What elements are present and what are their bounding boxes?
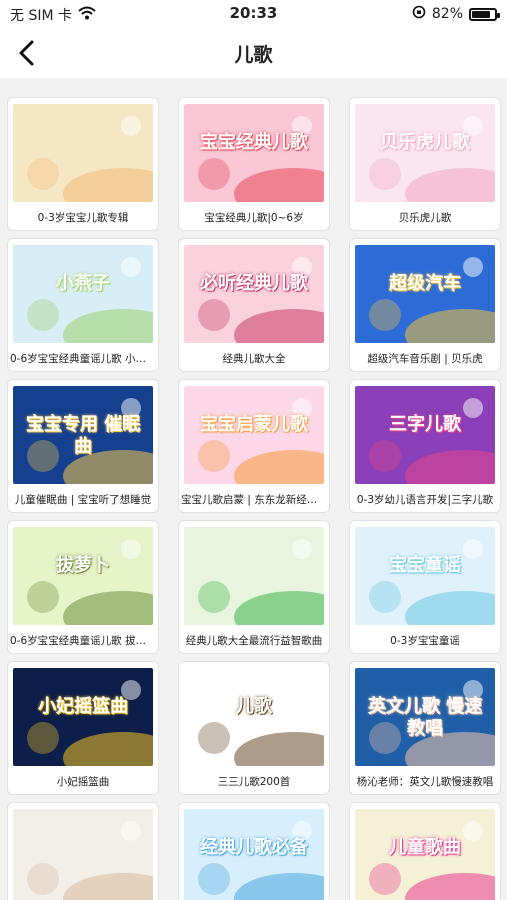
album-title: 0-3岁宝宝童谣 bbox=[390, 635, 460, 647]
page-title: 儿歌 bbox=[234, 44, 273, 66]
album-cover-text: 三字儿歌 bbox=[389, 414, 461, 435]
album-title: 0-6岁宝宝经典童谣儿歌 拔萝卜 bbox=[10, 635, 156, 647]
album-cover-image: 三字儿歌 bbox=[355, 386, 495, 484]
album-cover-image: 必听经典儿歌 bbox=[184, 245, 324, 343]
album-title: 0-3岁幼儿语言开发|三字儿歌 bbox=[356, 494, 494, 506]
album-title: 宝宝儿歌启蒙 | 东东龙新经典儿歌 bbox=[181, 494, 327, 506]
album-title: 0-6岁宝宝经典童谣儿歌 小燕子 bbox=[10, 353, 156, 365]
album-cover-text: 小燕子 bbox=[56, 273, 110, 294]
album-cover-art bbox=[13, 104, 153, 202]
battery-percent: 82% bbox=[431, 6, 463, 22]
album-cover-image: 宝宝童谣 bbox=[355, 527, 495, 625]
album-cover-text: 宝宝童谣 bbox=[389, 555, 461, 576]
album-card[interactable]: 0-3岁宝宝儿歌专辑 bbox=[7, 97, 159, 231]
album-card[interactable]: 三字儿歌 0-3岁幼儿语言开发|三字儿歌 bbox=[349, 379, 501, 513]
album-card[interactable]: 儿歌三三儿歌200首 bbox=[178, 661, 330, 795]
album-title: 经典儿歌大全最流行益智歌曲 bbox=[185, 635, 323, 647]
album-card[interactable]: 英文儿歌 慢速教唱杨沁老师：英文儿歌慢速教唱 bbox=[349, 661, 501, 795]
album-card[interactable]: 宝宝专用 催眠曲儿童催眠曲 | 宝宝听了想睡觉 bbox=[7, 379, 159, 513]
album-cover-image: 贝乐虎儿歌 bbox=[355, 104, 495, 202]
album-card[interactable]: 小妃摇篮曲 小妃摇篮曲 bbox=[7, 661, 159, 795]
album-cover-image: 小妃摇篮曲 bbox=[13, 668, 153, 766]
album-cover-art bbox=[13, 809, 153, 900]
album-cover-image: 宝宝专用 催眠曲 bbox=[13, 386, 153, 484]
album-cover-image: 超级汽车 bbox=[355, 245, 495, 343]
album-cover-image: 小燕子 bbox=[13, 245, 153, 343]
album-card[interactable]: 儿童歌曲 bbox=[349, 802, 501, 900]
album-cover-image: 宝宝经典儿歌 bbox=[184, 104, 324, 202]
album-title: 小妃摇篮曲 bbox=[56, 776, 110, 788]
album-card[interactable]: 超级汽车超级汽车音乐剧 | 贝乐虎 bbox=[349, 238, 501, 372]
album-cover-text: 宝宝经典儿歌 bbox=[200, 132, 308, 153]
album-cover-text: 儿歌 bbox=[236, 696, 272, 717]
album-title: 三三儿歌200首 bbox=[217, 776, 291, 788]
album-cover-image: 英文儿歌 慢速教唱 bbox=[355, 668, 495, 766]
album-cover-image: 儿歌 bbox=[184, 668, 324, 766]
battery-icon bbox=[469, 7, 500, 21]
album-title: 杨沁老师：英文儿歌慢速教唱 bbox=[356, 776, 494, 788]
album-cover-text: 宝宝启蒙儿歌 bbox=[200, 414, 308, 435]
battery-fill bbox=[472, 10, 490, 18]
album-card[interactable]: 经典儿歌大全最流行益智歌曲 bbox=[178, 520, 330, 654]
orientation-lock-icon bbox=[412, 5, 426, 23]
album-card[interactable]: 宝宝童谣 0-3岁宝宝童谣 bbox=[349, 520, 501, 654]
album-cover-image: 拔萝卜 bbox=[13, 527, 153, 625]
album-cover-text: 儿童歌曲 bbox=[389, 837, 461, 858]
album-cover-text: 宝宝专用 催眠曲 bbox=[25, 414, 141, 457]
album-cover-text: 必听经典儿歌 bbox=[200, 273, 308, 294]
album-cover-image: 儿童歌曲 bbox=[355, 809, 495, 900]
album-title: 宝宝经典儿歌|0~6岁 bbox=[204, 212, 304, 224]
album-title: 贝乐虎儿歌 bbox=[398, 212, 452, 224]
album-card[interactable]: 必听经典儿歌经典儿歌大全 bbox=[178, 238, 330, 372]
navigation-bar: 儿歌 bbox=[0, 28, 507, 78]
status-bar: 无 SIM 卡 20:33 82% bbox=[0, 0, 507, 28]
album-cover-image: 宝宝启蒙儿歌 bbox=[184, 386, 324, 484]
album-card[interactable]: 经典儿歌必备 bbox=[178, 802, 330, 900]
album-cover-art bbox=[184, 527, 324, 625]
album-cover-text: 小妃摇篮曲 bbox=[38, 696, 128, 717]
album-title: 0-3岁宝宝儿歌专辑 bbox=[37, 212, 129, 224]
album-cover-image bbox=[13, 809, 153, 900]
album-cover-text: 贝乐虎儿歌 bbox=[380, 132, 470, 153]
album-title: 儿童催眠曲 | 宝宝听了想睡觉 bbox=[14, 494, 152, 506]
album-card[interactable] bbox=[7, 802, 159, 900]
album-cover-image: 经典儿歌必备 bbox=[184, 809, 324, 900]
album-title: 超级汽车音乐剧 | 贝乐虎 bbox=[367, 353, 483, 365]
album-card[interactable]: 拔萝卜 0-6岁宝宝经典童谣儿歌 拔萝卜 bbox=[7, 520, 159, 654]
album-cover-text: 英文儿歌 慢速教唱 bbox=[367, 696, 483, 739]
status-right: 82% bbox=[412, 5, 500, 23]
album-card[interactable]: 宝宝启蒙儿歌宝宝儿歌启蒙 | 东东龙新经典儿歌 bbox=[178, 379, 330, 513]
album-card[interactable]: 宝宝经典儿歌宝宝经典儿歌|0~6岁 bbox=[178, 97, 330, 231]
album-card[interactable]: 贝乐虎儿歌 贝乐虎儿歌 bbox=[349, 97, 501, 231]
album-cover-text: 拔萝卜 bbox=[56, 555, 110, 576]
album-cover-text: 经典儿歌必备 bbox=[200, 837, 308, 858]
album-cover-text: 超级汽车 bbox=[389, 273, 461, 294]
album-card[interactable]: 小燕子 0-6岁宝宝经典童谣儿歌 小燕子 bbox=[7, 238, 159, 372]
album-title: 经典儿歌大全 bbox=[222, 353, 286, 365]
album-cover-image bbox=[13, 104, 153, 202]
album-cover-image bbox=[184, 527, 324, 625]
